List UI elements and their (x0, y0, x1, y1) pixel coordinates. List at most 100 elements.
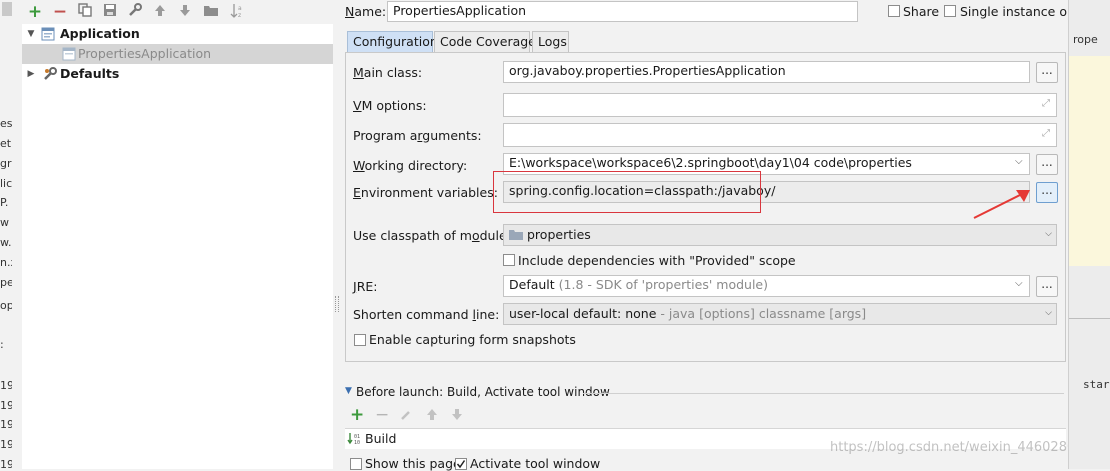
chevron-down-icon[interactable]: ▼ (25, 24, 37, 44)
single-instance-label: Single instance only (960, 4, 1086, 19)
show-page-checkbox[interactable] (350, 458, 362, 470)
shorten-command-line-hint: - java [options] classname [args] (660, 306, 867, 321)
tree-item-defaults[interactable]: ▶ Defaults (22, 64, 333, 84)
highlight-box (493, 171, 761, 213)
program-arguments-input[interactable] (503, 123, 1057, 147)
name-input[interactable]: PropertiesApplication (387, 1, 858, 22)
jre-browse-button[interactable]: ... (1036, 276, 1058, 297)
tree-item-application[interactable]: ▼ Application (22, 24, 333, 44)
single-instance-checkbox[interactable] (944, 5, 956, 17)
tab-logs[interactable]: Logs (532, 31, 569, 52)
splitter-grip[interactable] (335, 296, 339, 312)
strip-text: 19 (0, 438, 12, 451)
save-icon[interactable] (101, 3, 119, 21)
include-dependencies-label: Include dependencies with "Provided" sco… (518, 253, 796, 268)
strip-text: w (0, 216, 9, 229)
tree-label-defaults: Defaults (60, 66, 120, 81)
strip-text: P. (0, 196, 9, 209)
tab-configuration[interactable]: Configuration (347, 31, 438, 52)
strip-text: 19 (0, 379, 12, 392)
environment-variables-label: Environment variables: (353, 185, 498, 200)
section-divider (583, 393, 1064, 394)
jre-input[interactable]: Default (1.8 - SDK of 'properties' modul… (503, 275, 1030, 297)
before-launch-add-icon[interactable]: + (350, 406, 364, 424)
main-class-browse-button[interactable]: ... (1036, 62, 1058, 83)
strip-text: rope (1073, 33, 1098, 46)
expand-icon[interactable]: ⤢ (1042, 98, 1050, 109)
shorten-command-line-select[interactable]: user-local default: none - java [options… (503, 303, 1057, 325)
sort-icon[interactable]: az (228, 3, 246, 21)
name-label: Name: (345, 4, 387, 19)
include-dependencies-checkbox[interactable] (503, 254, 515, 266)
collapse-triangle-icon[interactable]: ▼ (345, 386, 352, 396)
wrench-icon[interactable] (126, 3, 144, 21)
edit-icon[interactable] (400, 409, 412, 424)
before-launch-up-icon[interactable] (426, 408, 438, 424)
strip-text: 19 (0, 399, 12, 412)
watermark: https://blog.csdn.net/weixin_44602804 (830, 440, 1084, 455)
svg-text:10: 10 (354, 440, 360, 446)
capture-snapshots-checkbox[interactable] (354, 334, 366, 346)
config-editor: Name: PropertiesApplication Share Single… (343, 0, 1086, 471)
strip-text: 19 (0, 458, 12, 471)
strip-icon (2, 2, 12, 16)
annotation-arrow-icon (973, 190, 1030, 219)
panel-splitter[interactable] (333, 0, 343, 469)
working-directory-browse-button[interactable]: ... (1036, 154, 1058, 175)
strip-text: op (0, 299, 12, 312)
strip-text: pe (0, 276, 12, 289)
vm-options-label: VM options: (353, 98, 427, 113)
classpath-module-value: properties (527, 227, 591, 242)
capture-snapshots-label: Enable capturing form snapshots (369, 332, 576, 347)
config-tree: ▼ Application PropertiesApplication ▶ De… (22, 24, 334, 469)
before-launch-remove-icon[interactable]: − (375, 406, 389, 424)
jre-hint: (1.8 - SDK of 'properties' module) (558, 277, 768, 292)
chevron-down-icon[interactable]: ⌵ (1045, 225, 1052, 244)
main-class-label: Main class: (353, 65, 423, 80)
strip-divider (1069, 318, 1110, 319)
before-launch-down-icon[interactable] (451, 408, 463, 424)
build-label: Build (365, 431, 397, 446)
copy-icon[interactable] (76, 3, 94, 21)
strip-text: gr (0, 157, 12, 170)
strip-text: es (0, 117, 12, 130)
add-icon[interactable]: + (26, 3, 44, 21)
strip-text: w. (0, 236, 12, 249)
strip-text: : (0, 338, 4, 351)
vm-options-input[interactable] (503, 93, 1057, 117)
folder-icon[interactable] (202, 3, 220, 21)
jre-label: JRE: (353, 279, 378, 294)
background-editor-strip: rope start (1068, 0, 1110, 469)
strip-text: et (0, 137, 12, 150)
chevron-down-icon[interactable]: ⌵ (1015, 156, 1023, 167)
remove-icon[interactable]: − (51, 3, 69, 21)
classpath-module-select[interactable]: properties ⌵ (503, 224, 1057, 246)
expand-icon[interactable]: ⤢ (1042, 128, 1050, 139)
classpath-module-label: Use classpath of module: (353, 228, 511, 243)
activate-tool-window-checkbox[interactable] (455, 458, 467, 470)
tree-label-properties-application: PropertiesApplication (78, 46, 212, 61)
strip-text: start (1083, 378, 1110, 391)
main-class-input[interactable]: org.javaboy.properties.PropertiesApplica… (503, 61, 1030, 83)
tab-code-coverage[interactable]: Code Coverage (434, 31, 536, 52)
chevron-down-icon[interactable]: ⌵ (1015, 278, 1023, 289)
tree-item-properties-application[interactable]: PropertiesApplication (22, 44, 333, 64)
before-launch-title[interactable]: Before launch: Build, Activate tool wind… (356, 385, 610, 399)
strip-text: n.x (0, 256, 12, 269)
jre-value: Default (509, 277, 555, 292)
shorten-command-line-value: user-local default: none (509, 306, 657, 321)
strip-highlight (1069, 56, 1110, 266)
environment-variables-browse-button[interactable]: ... (1036, 182, 1058, 203)
tree-label-application: Application (60, 26, 140, 41)
config-toolbar: + − az (22, 0, 334, 24)
svg-text:z: z (238, 12, 241, 19)
svg-text:a: a (238, 5, 242, 12)
move-down-icon[interactable] (176, 3, 194, 21)
program-arguments-label: Program arguments: (353, 128, 482, 143)
share-checkbox[interactable] (888, 5, 900, 17)
chevron-right-icon[interactable]: ▶ (25, 64, 37, 84)
shorten-command-line-label: Shorten command line: (353, 307, 500, 322)
move-up-icon[interactable] (151, 3, 169, 21)
chevron-down-icon[interactable]: ⌵ (1045, 304, 1052, 323)
strip-text: 19 (0, 418, 12, 431)
